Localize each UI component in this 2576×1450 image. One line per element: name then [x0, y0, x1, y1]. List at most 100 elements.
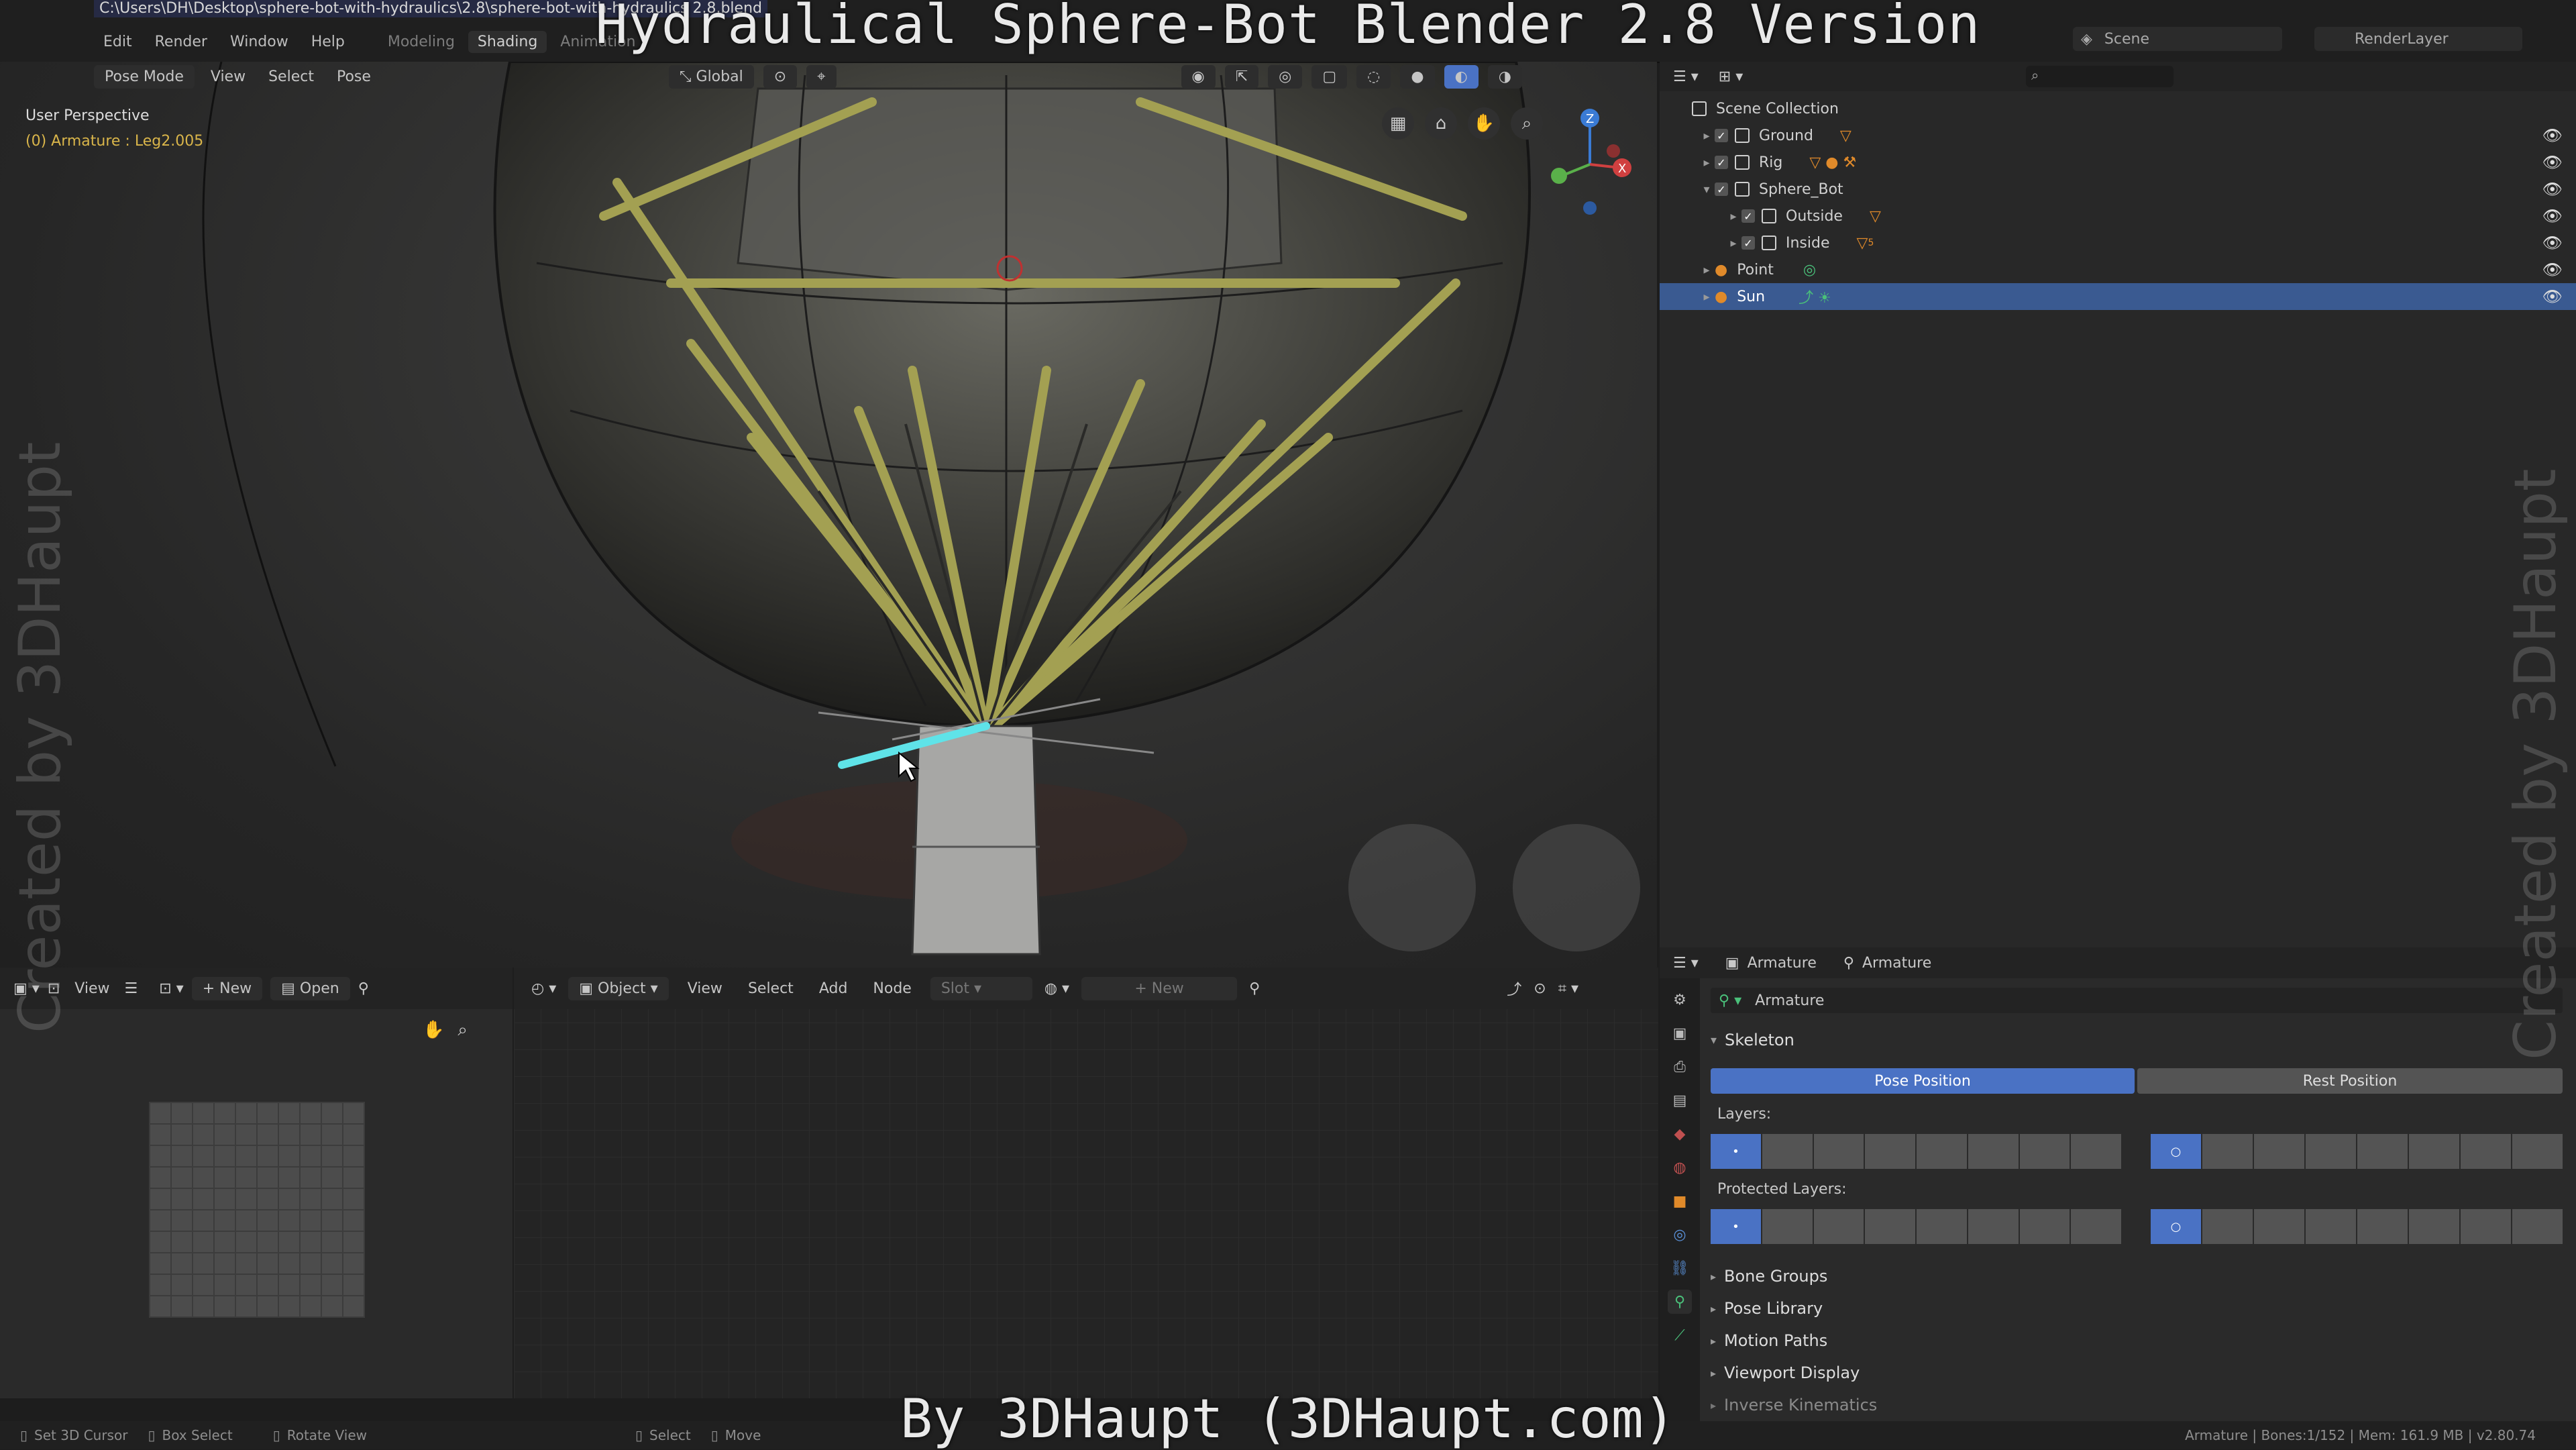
protected-layer-toggle[interactable] — [2306, 1209, 2356, 1244]
shading-rendered-icon[interactable]: ◑ — [1487, 64, 1522, 89]
tool-tab-icon[interactable]: ⚙ — [1668, 988, 1692, 1012]
image-view-menu[interactable]: View — [68, 977, 116, 1000]
exclude-checkbox[interactable]: ✓ — [1741, 209, 1755, 223]
grid-view-icon[interactable]: ▦ — [1382, 107, 1414, 140]
open-image-button[interactable]: ▤ Open — [270, 976, 350, 1000]
layer-toggle[interactable] — [2071, 1134, 2121, 1169]
expand-icon[interactable]: ▸ — [1699, 263, 1715, 277]
exclude-checkbox[interactable]: ✓ — [1741, 236, 1755, 250]
material-browse-icon[interactable]: ◍ ▾ — [1044, 980, 1069, 997]
zoom-icon[interactable]: ⌕ — [458, 1020, 468, 1041]
node-add-menu[interactable]: Add — [812, 977, 855, 1000]
expand-icon[interactable]: ▸ — [1725, 209, 1741, 223]
pin-icon[interactable]: ⚲ — [1249, 980, 1260, 997]
pose-library-panel-header[interactable]: ▸ Pose Library — [1711, 1299, 1823, 1318]
layers-grid-a[interactable]: • — [1711, 1134, 2121, 1169]
exclude-checkbox[interactable]: ✓ — [1715, 156, 1728, 169]
protected-layer-toggle[interactable] — [2202, 1209, 2253, 1244]
pose-menu[interactable]: Pose — [330, 65, 378, 89]
layer-toggle[interactable] — [2306, 1134, 2356, 1169]
new-image-button[interactable]: + New — [191, 976, 263, 1000]
shading-wireframe-icon[interactable]: ◌ — [1356, 64, 1391, 89]
node-select-menu[interactable]: Select — [741, 977, 800, 1000]
outliner-item-outside[interactable]: ▸ ✓ Outside ▽ 👁 — [1660, 203, 2576, 229]
rest-position-button[interactable]: Rest Position — [2137, 1068, 2563, 1094]
protected-layer-toggle[interactable] — [2461, 1209, 2511, 1244]
bone-tab-icon[interactable]: ⟋ — [1668, 1323, 1692, 1347]
protected-layer-toggle[interactable] — [2019, 1209, 2070, 1244]
layer-toggle[interactable] — [2512, 1134, 2563, 1169]
protected-layer-toggle[interactable] — [2409, 1209, 2459, 1244]
zoom-icon[interactable]: ⌕ — [1511, 107, 1543, 140]
gizmo-neg-x-axis[interactable] — [1607, 144, 1620, 158]
protected-layer-toggle[interactable]: ○ — [2151, 1209, 2201, 1244]
protected-layer-toggle[interactable] — [2357, 1209, 2408, 1244]
pose-position-button[interactable]: Pose Position — [1711, 1068, 2135, 1094]
layer-toggle[interactable] — [2357, 1134, 2408, 1169]
expand-icon[interactable]: ▸ — [1699, 156, 1715, 170]
visibility-eye-icon[interactable]: 👁 — [2542, 180, 2563, 199]
protected-layer-toggle[interactable] — [1917, 1209, 1967, 1244]
camera-view-icon[interactable]: ⌂ — [1425, 107, 1457, 140]
node-view-menu[interactable]: View — [681, 977, 729, 1000]
layer-toggle[interactable] — [2254, 1134, 2304, 1169]
expand-icon[interactable]: ▸ — [1699, 290, 1715, 304]
outliner-item-inside[interactable]: ▸ ✓ Inside ▽ 5 👁 — [1660, 229, 2576, 256]
protected-layer-toggle[interactable] — [1813, 1209, 1864, 1244]
mode-selector[interactable]: Pose Mode — [94, 64, 195, 89]
visibility-icon[interactable]: ◉ — [1181, 64, 1216, 89]
image-browse-icon[interactable]: ⊡ ▾ — [159, 980, 183, 997]
outliner-item-ground[interactable]: ▸ ✓ Ground ▽ 👁 — [1660, 122, 2576, 149]
view-layer-tab-icon[interactable]: ▤ — [1668, 1088, 1692, 1112]
overlays-icon[interactable]: ◎ — [1268, 64, 1303, 89]
expand-icon[interactable]: ▸ — [1699, 129, 1715, 143]
gizmo-toggle-icon[interactable]: ⇱ — [1224, 64, 1259, 89]
layer-toggle[interactable] — [1762, 1134, 1813, 1169]
outliner-scene-collection[interactable]: Scene Collection — [1660, 95, 2576, 122]
exclude-checkbox[interactable]: ✓ — [1715, 129, 1728, 142]
layer-toggle[interactable]: ○ — [2151, 1134, 2201, 1169]
output-tab-icon[interactable]: ⎙ — [1668, 1055, 1692, 1079]
select-menu[interactable]: Select — [262, 65, 321, 89]
outliner-item-point[interactable]: ▸ ● Point ◎ 👁 — [1660, 256, 2576, 283]
shading-material-icon[interactable]: ◐ — [1444, 64, 1479, 89]
pin-icon[interactable]: ⚲ — [358, 980, 369, 997]
motion-paths-panel-header[interactable]: ▸ Motion Paths — [1711, 1331, 1827, 1350]
world-tab-icon[interactable]: ◍ — [1668, 1155, 1692, 1180]
protected-layer-toggle[interactable]: • — [1711, 1209, 1761, 1244]
protected-layer-toggle[interactable] — [2254, 1209, 2304, 1244]
breadcrumb-object[interactable]: Armature — [1748, 955, 1817, 972]
visibility-eye-icon[interactable]: 👁 — [2542, 234, 2563, 252]
render-tab-icon[interactable]: ▣ — [1668, 1021, 1692, 1045]
layer-toggle[interactable] — [2409, 1134, 2459, 1169]
protected-layers-grid-b[interactable]: ○ — [2151, 1209, 2563, 1244]
protected-layer-toggle[interactable] — [1865, 1209, 1915, 1244]
navigation-gizmo[interactable]: Z X — [1536, 101, 1650, 221]
visibility-eye-icon[interactable]: 👁 — [2542, 153, 2563, 172]
breadcrumb-data[interactable]: Armature — [1862, 955, 1931, 972]
pan-hand-icon[interactable]: ✋ — [1468, 107, 1500, 140]
protected-layer-toggle[interactable] — [2071, 1209, 2121, 1244]
editor-type-icon[interactable]: ◴ ▾ — [531, 980, 556, 997]
slot-selector[interactable]: Slot ▾ — [930, 976, 1032, 1000]
layer-toggle[interactable] — [1813, 1134, 1864, 1169]
skeleton-panel-header[interactable]: ▾ Skeleton — [1711, 1031, 1794, 1049]
xray-icon[interactable]: ▢ — [1311, 64, 1348, 89]
object-tab-icon[interactable]: ■ — [1668, 1189, 1692, 1213]
layer-toggle[interactable] — [1968, 1134, 2019, 1169]
pan-hand-icon[interactable]: ✋ — [423, 1020, 444, 1041]
layer-toggle[interactable] — [2461, 1134, 2511, 1169]
node-menu[interactable]: Node — [866, 977, 918, 1000]
display-mode-icon[interactable]: ⊞ ▾ — [1719, 68, 1743, 85]
scene-tab-icon[interactable]: ◆ — [1668, 1122, 1692, 1146]
exclude-checkbox[interactable]: ✓ — [1715, 183, 1728, 196]
menu-icon[interactable]: ☰ — [124, 980, 138, 997]
gizmo-neg-z-axis[interactable] — [1583, 201, 1597, 215]
layer-toggle[interactable]: • — [1711, 1134, 1761, 1169]
visibility-eye-icon[interactable]: 👁 — [2542, 126, 2563, 145]
view-menu[interactable]: View — [204, 65, 252, 89]
outliner-item-sphere-bot[interactable]: ▾ ✓ Sphere_Bot 👁 — [1660, 176, 2576, 203]
shader-type-selector[interactable]: ▣ Object ▾ — [568, 976, 669, 1000]
outliner-item-rig[interactable]: ▸ ✓ Rig ▽ ● ⚒ 👁 — [1660, 149, 2576, 176]
armature-data-field[interactable]: ⚲ ▾ Armature — [1711, 988, 2563, 1013]
